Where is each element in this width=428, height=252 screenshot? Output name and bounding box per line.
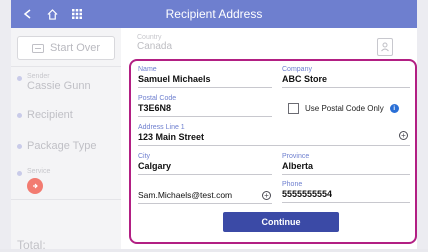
field-underline bbox=[282, 87, 410, 88]
contact-card-icon[interactable] bbox=[377, 38, 393, 56]
address-line-1-label: Address Line 1 bbox=[138, 124, 185, 131]
service-icon bbox=[27, 178, 43, 194]
city-value: Calgary bbox=[138, 161, 172, 171]
sidebar-item-service[interactable]: Service bbox=[11, 168, 121, 194]
sidebar-item-recipient[interactable]: Recipient bbox=[11, 109, 121, 121]
sidebar-item-sublabel: Service bbox=[27, 168, 51, 175]
sidebar: Start Over Sender Cassie Gunn Recipient … bbox=[11, 28, 121, 252]
email-value: Sam.Michaels@test.com bbox=[138, 190, 233, 200]
recipient-form-card: Name Samuel Michaels Company ABC Store P… bbox=[129, 59, 417, 244]
top-bar: Recipient Address bbox=[11, 0, 417, 28]
postal-code-field[interactable]: Postal Code T3E6N8 bbox=[138, 95, 272, 117]
province-value: Alberta bbox=[282, 161, 314, 171]
continue-button[interactable]: Continue bbox=[223, 212, 339, 232]
postal-code-value: T3E6N8 bbox=[138, 103, 172, 113]
postal-code-label: Postal Code bbox=[138, 95, 177, 102]
start-over-button[interactable]: Start Over bbox=[17, 36, 115, 60]
name-field[interactable]: Name Samuel Michaels bbox=[138, 66, 272, 88]
phone-field[interactable]: Phone 5555555554 bbox=[282, 181, 410, 203]
city-label: City bbox=[138, 153, 151, 160]
company-value: ABC Store bbox=[282, 74, 328, 84]
sidebar-item-label: Cassie Gunn bbox=[27, 80, 91, 92]
country-value: Canada bbox=[137, 41, 173, 52]
field-underline bbox=[138, 116, 272, 117]
sidebar-item-label: Package Type bbox=[27, 140, 97, 152]
email-field[interactable]: Sam.Michaels@test.com bbox=[138, 190, 272, 204]
sidebar-divider bbox=[11, 66, 121, 67]
sidebar-item-sender[interactable]: Sender Cassie Gunn bbox=[11, 73, 121, 92]
step-dot bbox=[17, 171, 22, 176]
city-field[interactable]: City Calgary bbox=[138, 153, 272, 175]
country-field[interactable]: Country Canada bbox=[137, 34, 172, 52]
sidebar-item-sublabel: Sender bbox=[27, 73, 50, 80]
step-dot bbox=[17, 144, 22, 149]
page-title: Recipient Address bbox=[165, 7, 263, 21]
postal-code-only-checkbox[interactable] bbox=[288, 103, 299, 114]
company-label: Company bbox=[282, 66, 312, 73]
add-email-icon[interactable]: + bbox=[262, 191, 271, 200]
start-over-icon bbox=[31, 43, 44, 53]
country-label: Country bbox=[137, 34, 162, 41]
field-underline bbox=[138, 174, 272, 175]
info-icon[interactable]: i bbox=[389, 104, 399, 113]
province-field[interactable]: Province Alberta bbox=[282, 153, 410, 175]
start-over-label: Start Over bbox=[49, 42, 101, 54]
field-underline bbox=[282, 202, 410, 203]
province-label: Province bbox=[282, 153, 310, 160]
name-value: Samuel Michaels bbox=[138, 74, 211, 84]
address-line-1-field[interactable]: Address Line 1 123 Main Street bbox=[138, 124, 410, 146]
postal-code-only-label: Use Postal Code Only bbox=[305, 104, 384, 113]
field-underline bbox=[138, 145, 410, 146]
add-address-line-icon[interactable]: + bbox=[399, 131, 408, 140]
sidebar-item-label: Recipient bbox=[27, 109, 73, 121]
sidebar-divider bbox=[11, 199, 121, 200]
step-dot bbox=[17, 113, 22, 118]
postal-code-only-checkbox-group: Use Postal Code Only i bbox=[288, 103, 399, 114]
field-underline bbox=[138, 87, 272, 88]
address-line-1-value: 123 Main Street bbox=[138, 132, 205, 142]
field-underline bbox=[138, 203, 272, 204]
field-underline bbox=[282, 174, 410, 175]
app-frame: Recipient Address Start Over Sender Cass… bbox=[0, 0, 428, 252]
company-field[interactable]: Company ABC Store bbox=[282, 66, 410, 88]
step-dot bbox=[17, 76, 22, 81]
phone-value: 5555555554 bbox=[282, 189, 333, 199]
sidebar-item-package-type[interactable]: Package Type bbox=[11, 140, 121, 152]
phone-label: Phone bbox=[282, 181, 303, 188]
total-label: Total: bbox=[17, 238, 46, 252]
name-label: Name bbox=[138, 66, 157, 73]
